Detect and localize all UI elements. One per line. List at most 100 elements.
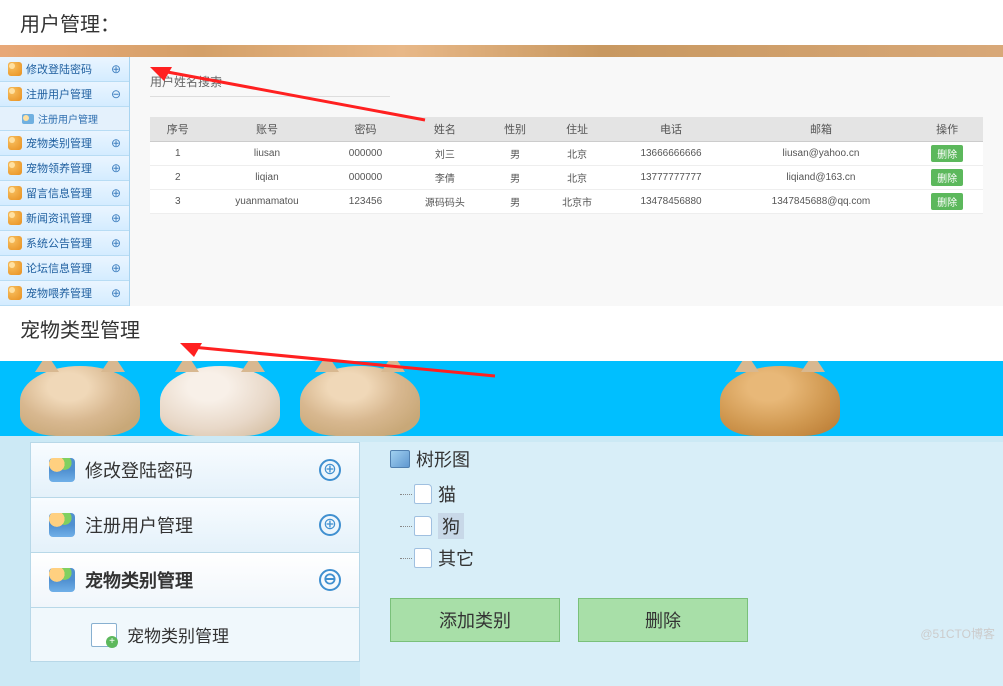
table-cell: yuanmamatou — [205, 190, 328, 214]
table-cell: 北京市 — [543, 190, 612, 214]
th-op: 操作 — [911, 117, 983, 142]
search-label[interactable]: 用户姓名搜索 — [150, 67, 390, 97]
sidebar2-item-change-pwd[interactable]: 修改登陆密码⊕ — [30, 442, 360, 497]
expand-icon: ⊕ — [111, 186, 121, 200]
th-acct: 账号 — [205, 117, 328, 142]
sidebar-item-reg-user[interactable]: 注册用户管理⊖ — [0, 82, 129, 107]
sidebar-item-news[interactable]: 新闻资讯管理⊕ — [0, 206, 129, 231]
delete-button[interactable]: 删除 — [578, 598, 748, 642]
expand-icon: ⊕ — [319, 514, 341, 536]
table-row: 3yuanmamatou123456源码码头男北京市13478456880134… — [150, 190, 983, 214]
cat-image — [300, 366, 420, 436]
content-area-1: 用户姓名搜索 序号 账号 密码 姓名 性别 住址 电话 邮箱 操作 1liusa… — [130, 57, 1003, 306]
heading-pet-type: 宠物类型管理 — [0, 306, 1003, 351]
doc-add-icon — [91, 623, 117, 647]
delete-row-button[interactable]: 删除 — [931, 169, 963, 186]
table-cell-op: 删除 — [911, 190, 983, 214]
table-cell: 000000 — [328, 166, 402, 190]
sidebar-item-change-pwd[interactable]: 修改登陆密码⊕ — [0, 57, 129, 82]
users-icon — [49, 458, 75, 482]
sidebar-item-pet-cat[interactable]: 宠物类别管理⊕ — [0, 131, 129, 156]
page-icon — [414, 548, 432, 568]
table-cell-op: 删除 — [911, 166, 983, 190]
collapse-icon: ⊖ — [319, 569, 341, 591]
expand-icon: ⊕ — [111, 136, 121, 150]
th-email: 邮箱 — [731, 117, 911, 142]
banner-image-1 — [0, 45, 1003, 57]
tree-title: 树形图 — [390, 446, 973, 472]
users-icon — [8, 261, 22, 275]
table-cell: 男 — [487, 166, 542, 190]
sidebar-2: 修改登陆密码⊕ 注册用户管理⊕ 宠物类别管理⊖ 宠物类别管理 — [30, 442, 360, 686]
sidebar-1: 修改登陆密码⊕ 注册用户管理⊖ 注册用户管理 宠物类别管理⊕ 宠物领养管理⊕ 留… — [0, 57, 130, 306]
user-table: 序号 账号 密码 姓名 性别 住址 电话 邮箱 操作 1liusan000000… — [150, 117, 983, 214]
th-addr: 住址 — [543, 117, 612, 142]
users-icon — [8, 62, 22, 76]
expand-icon: ⊕ — [319, 459, 341, 481]
section-pet-type: 修改登陆密码⊕ 注册用户管理⊕ 宠物类别管理⊖ 宠物类别管理 树形图 猫 狗 其… — [0, 361, 1003, 686]
table-cell: 123456 — [328, 190, 402, 214]
sidebar-item-announcement[interactable]: 系统公告管理⊕ — [0, 231, 129, 256]
tree-node-dog[interactable]: 狗 — [414, 510, 973, 542]
sidebar2-subitem-pet-cat[interactable]: 宠物类别管理 — [30, 607, 360, 662]
table-cell: 刘三 — [402, 142, 487, 166]
delete-row-button[interactable]: 删除 — [931, 193, 963, 210]
table-cell: 2 — [150, 166, 205, 190]
table-cell: 男 — [487, 142, 542, 166]
page-icon — [414, 484, 432, 504]
table-cell: liusan@yahoo.cn — [731, 142, 911, 166]
table-header-row: 序号 账号 密码 姓名 性别 住址 电话 邮箱 操作 — [150, 117, 983, 142]
users-icon — [8, 286, 22, 300]
delete-row-button[interactable]: 删除 — [931, 145, 963, 162]
tree-icon — [390, 450, 410, 468]
users-icon — [8, 87, 22, 101]
sidebar-item-message[interactable]: 留言信息管理⊕ — [0, 181, 129, 206]
users-icon — [8, 211, 22, 225]
users-icon — [8, 161, 22, 175]
sidebar-subitem-reg-user[interactable]: 注册用户管理 — [0, 107, 129, 131]
cat-image — [720, 366, 840, 436]
cat-image — [20, 366, 140, 436]
table-cell: 13777777777 — [611, 166, 730, 190]
doc-icon — [22, 114, 34, 124]
content-area-2: 树形图 猫 狗 其它 添加类别 删除 — [360, 442, 1003, 686]
section-user-mgmt: 修改登陆密码⊕ 注册用户管理⊖ 注册用户管理 宠物类别管理⊕ 宠物领养管理⊕ 留… — [0, 45, 1003, 306]
page-icon — [414, 516, 432, 536]
collapse-icon: ⊖ — [111, 87, 121, 101]
table-cell: 李倩 — [402, 166, 487, 190]
table-cell: 北京 — [543, 142, 612, 166]
expand-icon: ⊕ — [111, 211, 121, 225]
table-cell: 源码码头 — [402, 190, 487, 214]
expand-icon: ⊕ — [111, 236, 121, 250]
heading-user-mgmt: 用户管理： — [0, 0, 1003, 45]
banner-image-2 — [0, 361, 1003, 436]
table-cell: liqian — [205, 166, 328, 190]
sidebar-item-forum[interactable]: 论坛信息管理⊕ — [0, 256, 129, 281]
tree-node-cat[interactable]: 猫 — [414, 478, 973, 510]
button-row: 添加类别 删除 — [390, 598, 973, 642]
table-cell: 男 — [487, 190, 542, 214]
table-cell: 1 — [150, 142, 205, 166]
th-pwd: 密码 — [328, 117, 402, 142]
sidebar2-item-reg-user[interactable]: 注册用户管理⊕ — [30, 497, 360, 552]
table-cell: 3 — [150, 190, 205, 214]
th-seq: 序号 — [150, 117, 205, 142]
table-cell-op: 删除 — [911, 142, 983, 166]
table-row: 1liusan000000刘三男北京13666666666liusan@yaho… — [150, 142, 983, 166]
sidebar-item-pet-adopt[interactable]: 宠物领养管理⊕ — [0, 156, 129, 181]
expand-icon: ⊕ — [111, 261, 121, 275]
tree: 猫 狗 其它 — [390, 478, 973, 574]
sidebar-item-pet-feed[interactable]: 宠物喂养管理⊕ — [0, 281, 129, 306]
watermark: @51CTO博客 — [920, 625, 995, 642]
cat-image — [160, 366, 280, 436]
expand-icon: ⊕ — [111, 62, 121, 76]
table-cell: 000000 — [328, 142, 402, 166]
users-icon — [8, 186, 22, 200]
sidebar2-item-pet-cat[interactable]: 宠物类别管理⊖ — [30, 552, 360, 607]
tree-node-other[interactable]: 其它 — [414, 542, 973, 574]
table-cell: 13666666666 — [611, 142, 730, 166]
add-category-button[interactable]: 添加类别 — [390, 598, 560, 642]
table-row: 2liqian000000李倩男北京13777777777liqiand@163… — [150, 166, 983, 190]
users-icon — [49, 568, 75, 592]
table-cell: 1347845688@qq.com — [731, 190, 911, 214]
